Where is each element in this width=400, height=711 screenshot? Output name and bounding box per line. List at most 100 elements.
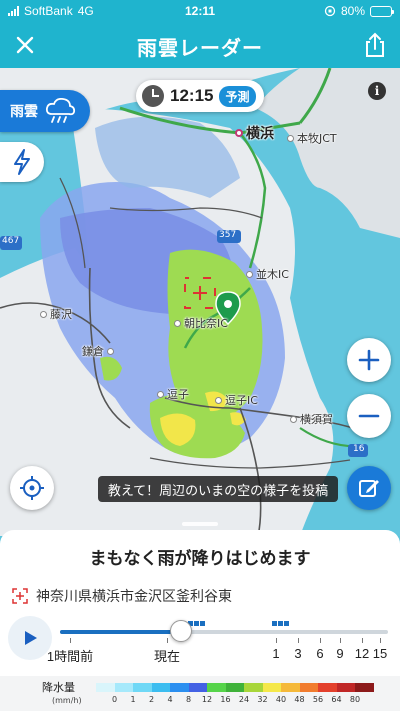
legend-value: 12 (201, 695, 213, 704)
share-button[interactable] (360, 30, 390, 60)
play-icon (25, 631, 37, 645)
sky-report-banner[interactable]: 教えて！周辺のいまの空の様子を投稿 (98, 476, 338, 502)
timeline-slider[interactable]: 1時間前 現在 1 3 6 9 12 15 (47, 616, 390, 676)
minus-icon (358, 414, 380, 418)
rain-layer-label: 雨雲 (10, 104, 38, 120)
thunder-layer-button[interactable] (0, 142, 44, 182)
sheet-drag-handle[interactable] (182, 522, 218, 526)
timeline-progress (60, 630, 181, 634)
place-zushi-ic[interactable]: 逗子IC (215, 392, 258, 408)
lightning-icon (14, 149, 30, 175)
legend-value: 4 (167, 695, 173, 704)
status-bar: SoftBank 4G 12:11 80% (0, 0, 400, 22)
timeline-label: 3 (294, 646, 302, 661)
legend-color-swatch (207, 683, 226, 692)
bottom-sheet: まもなく雨が降りはじめます 神奈川県横浜市金沢区釜利谷東 1時間前 現在 1 3 6 9 1… (0, 522, 400, 711)
plus-icon (358, 349, 380, 371)
legend-color-swatch (281, 683, 300, 692)
legend-color-swatch (133, 683, 152, 692)
forecast-time: 12:15 (170, 86, 214, 105)
legend-value: 2 (148, 695, 155, 704)
post-report-button[interactable] (347, 466, 391, 510)
legend-value: 80 (349, 695, 361, 704)
timeline-tick (276, 638, 277, 643)
orientation-lock-icon (324, 5, 336, 17)
legend-value: 64 (331, 695, 342, 704)
legend-color-swatch (244, 683, 263, 692)
rain-cloud-icon (45, 98, 76, 123)
battery-info: 80% (324, 4, 394, 18)
rain-forecast-mark (278, 621, 283, 626)
rain-forecast-mark (272, 621, 277, 626)
clock-icon (142, 85, 164, 107)
legend-color-swatch (318, 683, 337, 692)
junction-dot-icon (215, 396, 222, 404)
legend-unit: (mm/h) (52, 696, 82, 705)
legend-color-swatch (188, 683, 207, 692)
timeline-tick (340, 638, 341, 643)
legend-value: 24 (238, 695, 250, 704)
legend-color-swatch (96, 683, 115, 692)
current-location-button[interactable] (10, 466, 54, 510)
legend-color-swatch (299, 683, 318, 692)
rain-forecast-mark (200, 621, 205, 626)
place-yokosuka[interactable]: 横須賀 (290, 411, 333, 427)
place-fujisawa[interactable]: 藤沢 (40, 306, 72, 322)
legend-value: 56 (312, 695, 324, 704)
place-yokohama[interactable]: 横浜 (235, 123, 274, 143)
timeline-label: 1時間前 (46, 649, 94, 664)
legend-color-swatch (225, 683, 244, 692)
rain-forecast-mark (284, 621, 289, 626)
station-dot-icon (235, 129, 243, 137)
station-dot-icon (157, 390, 164, 398)
radar-map[interactable]: 467 357 16 横浜 本牧JCT 並木IC 朝比奈IC 藤沢 鎌倉 逗子 … (0, 68, 400, 536)
station-dot-icon (290, 415, 297, 423)
station-dot-icon (40, 310, 47, 318)
timeline-tick (70, 638, 71, 643)
rain-layer-button[interactable]: 雨雲 (0, 90, 90, 132)
route-357-label: 357 (219, 230, 237, 240)
legend-value: 8 (185, 695, 192, 704)
timeline-tick (298, 638, 299, 643)
junction-dot-icon (174, 319, 181, 327)
timeline-tick (320, 638, 321, 643)
nav-bar: 雨雲レーダー (0, 22, 400, 68)
zoom-out-button[interactable] (347, 394, 391, 438)
timeline-label: 12 (354, 646, 370, 661)
map-base (0, 68, 400, 536)
timeline-label: 現在 (153, 649, 181, 664)
zoom-in-button[interactable] (347, 338, 391, 382)
target-icon (12, 588, 28, 604)
timeline-label: 6 (316, 646, 324, 661)
legend-value: 48 (294, 695, 305, 704)
forecast-badge: 予測 (219, 85, 256, 107)
location-row[interactable]: 神奈川県横浜市金沢区釜利谷東 (12, 586, 232, 606)
place-namiki-ic[interactable]: 並木IC (246, 266, 289, 282)
timeline-thumb[interactable] (170, 620, 192, 642)
place-zushi[interactable]: 逗子 (157, 386, 189, 402)
timeline-tick (362, 638, 363, 643)
legend-title: 降水量 (42, 681, 75, 694)
legend-value: 16 (220, 695, 231, 704)
timeline-tick (380, 638, 381, 643)
play-button[interactable] (8, 616, 52, 660)
legend-color-scale (96, 683, 374, 692)
legend-color-swatch (262, 683, 281, 692)
legend-color-swatch (170, 683, 189, 692)
timeline-label: 1 (272, 646, 280, 661)
place-asahina-ic[interactable]: 朝比奈IC (174, 315, 228, 331)
battery-percent: 80% (340, 4, 365, 18)
place-kamakura[interactable]: 鎌倉 (82, 343, 114, 359)
route-467-label: 467 (2, 236, 20, 246)
timeline-tick (167, 638, 168, 643)
legend-color-swatch (336, 683, 355, 692)
legend-value: 32 (257, 695, 268, 704)
legend-value: 1 (130, 695, 136, 704)
location-name: 神奈川県横浜市金沢区釜利谷東 (36, 589, 232, 605)
place-honmoku-jct[interactable]: 本牧JCT (287, 130, 337, 146)
legend-values: 0 1 2 4 8 12 16 24 32 40 48 56 64 80 (96, 695, 376, 707)
forecast-time-display[interactable]: 12:15 予測 (136, 80, 264, 112)
edit-icon (359, 480, 379, 497)
info-button[interactable]: i (368, 82, 386, 100)
page-title: 雨雲レーダー (137, 36, 263, 60)
